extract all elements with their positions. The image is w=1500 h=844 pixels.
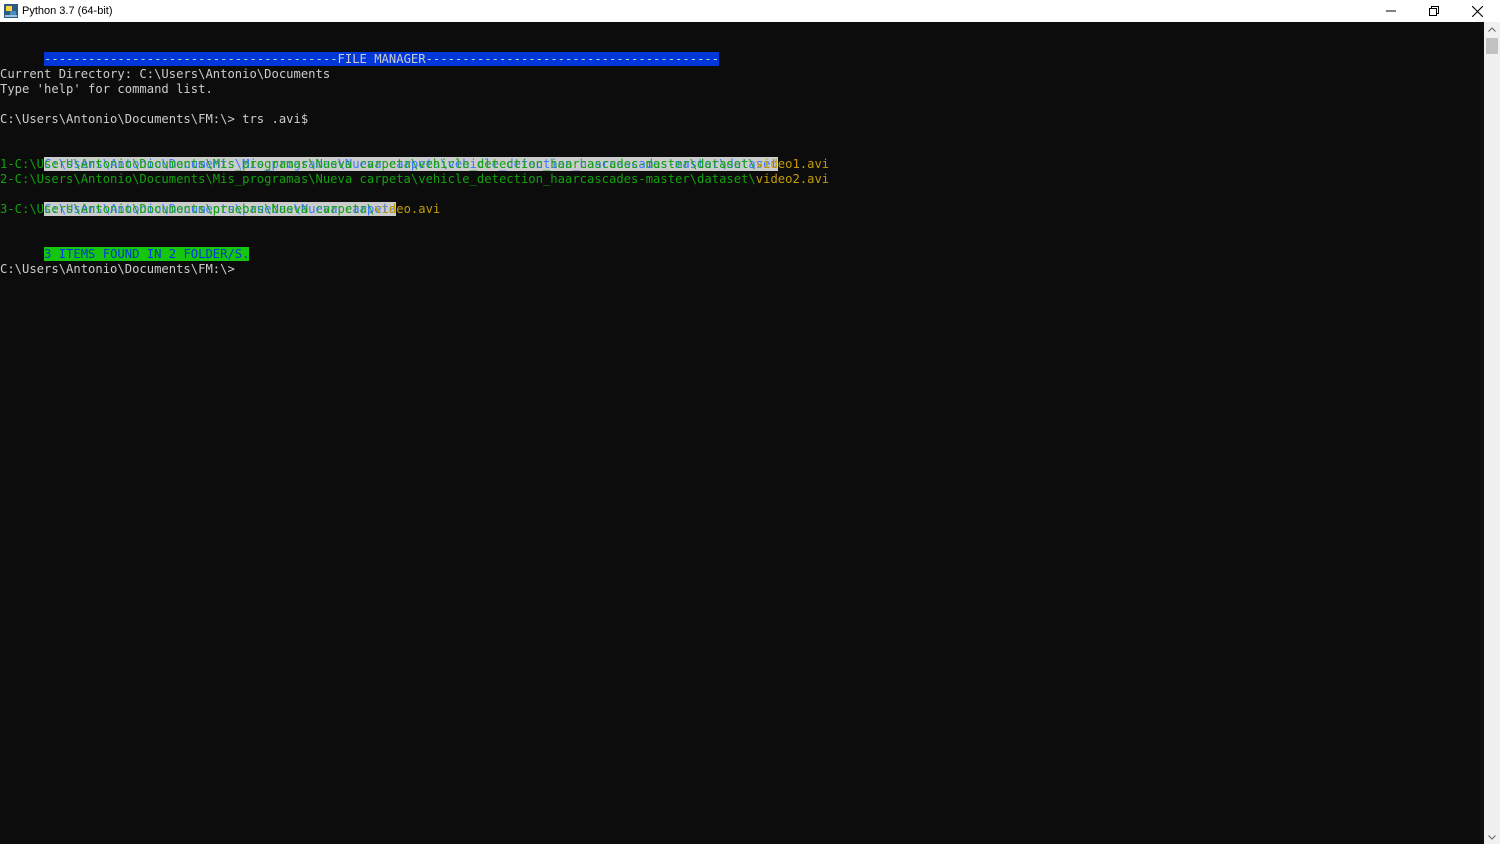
help-hint-line: Type 'help' for command list. [0,82,213,96]
result-file-name: video1.avi [755,157,830,171]
file-manager-banner: ----------------------------------------… [44,52,720,66]
minimize-icon [1386,10,1396,12]
result-file-path: 3-C:\Users\Antonio\Documents\pruebas\Nue… [0,202,375,216]
result-folder-line: C:\Users\Antonio\Documents\pruebas\Nueva… [0,187,397,216]
summary-line: 3 ITEMS FOUND IN 2 FOLDER/S. [0,232,250,261]
scroll-thumb[interactable] [1486,38,1498,54]
current-directory-line: Current Directory: C:\Users\Antonio\Docu… [0,67,331,81]
close-button[interactable] [1455,0,1499,22]
title-bar[interactable]: Python 3.7 (64-bit) [0,0,1500,22]
items-found-summary: 3 ITEMS FOUND IN 2 FOLDER/S. [44,247,250,261]
result-folder-line: C:\Users\Antonio\Documents\Mis_programas… [0,142,778,171]
banner-line: ----------------------------------------… [0,37,720,66]
window-title: Python 3.7 (64-bit) [22,5,113,17]
result-file-line: 1-C:\Users\Antonio\Documents\Mis_program… [0,157,829,172]
command-line: C:\Users\Antonio\Documents\FM:\> trs .av… [0,112,309,126]
python-icon [4,4,18,18]
restore-icon [1429,6,1439,16]
chevron-down-icon [1488,834,1496,840]
result-file-path: 2-C:\Users\Antonio\Documents\Mis_program… [0,172,756,186]
result-file-name: video2.avi [755,172,830,186]
result-file-line: 3-C:\Users\Antonio\Documents\pruebas\Nue… [0,202,440,217]
result-file-name: video.avi [374,202,441,216]
result-file-path: 1-C:\Users\Antonio\Documents\Mis_program… [0,157,756,171]
chevron-up-icon [1488,26,1496,32]
minimize-button[interactable] [1369,0,1413,22]
scroll-down-button[interactable] [1484,830,1500,844]
console-output[interactable]: ----------------------------------------… [0,22,1484,844]
result-file-line: 2-C:\Users\Antonio\Documents\Mis_program… [0,172,829,187]
close-icon [1471,5,1483,17]
restore-button[interactable] [1412,0,1456,22]
scroll-up-button[interactable] [1484,22,1500,36]
console-window: Python 3.7 (64-bit) --------------------… [0,0,1500,844]
vertical-scrollbar[interactable] [1484,22,1500,844]
prompt-line[interactable]: C:\Users\Antonio\Documents\FM:\> [0,262,235,277]
